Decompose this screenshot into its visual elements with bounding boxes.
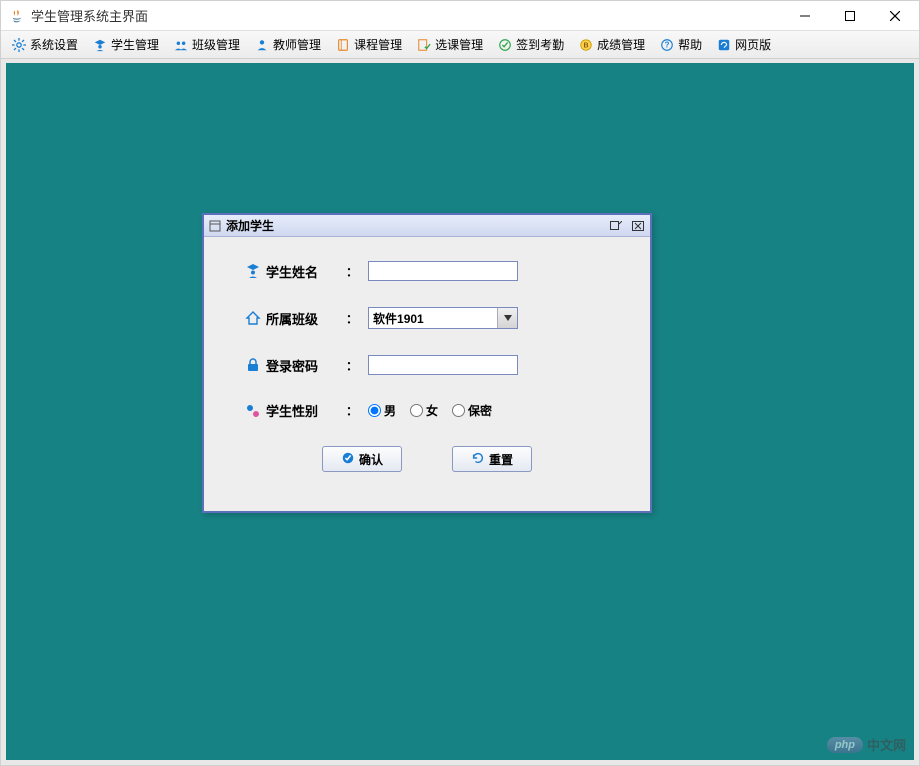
toolbar-label: 选课管理 (435, 36, 483, 53)
radio-female[interactable]: 女 (410, 402, 438, 419)
row-gender: 学生性别： 男 女 保密 (244, 401, 610, 420)
window-icon (208, 219, 222, 233)
badge-icon: B (578, 37, 594, 53)
toolbar-label: 成绩管理 (597, 36, 645, 53)
check-circle-icon (497, 37, 513, 53)
class-select-value: 软件1901 (369, 308, 497, 328)
reset-label: 重置 (489, 451, 513, 468)
checklist-icon (416, 37, 432, 53)
confirm-label: 确认 (359, 451, 383, 468)
chevron-down-icon (497, 308, 517, 328)
teacher-icon (254, 37, 270, 53)
titlebar: 学生管理系统主界面 (1, 1, 919, 31)
internal-frame-title: 添加学生 (226, 217, 608, 234)
toolbar-item-help[interactable]: ? 帮助 (653, 34, 708, 55)
row-class: 所属班级： 软件1901 (244, 307, 610, 329)
main-window: 学生管理系统主界面 系统设置 学生管理 班级管理 (0, 0, 920, 766)
window-title: 学生管理系统主界面 (31, 6, 782, 25)
close-button[interactable] (872, 1, 917, 31)
group-icon (173, 37, 189, 53)
toolbar-item-web[interactable]: 网页版 (710, 34, 777, 55)
php-badge: php (827, 737, 863, 753)
toolbar-item-teacher[interactable]: 教师管理 (248, 34, 327, 55)
book-icon (335, 37, 351, 53)
toolbar-label: 课程管理 (354, 36, 402, 53)
svg-text:?: ? (665, 40, 670, 49)
password-label: 登录密码 (266, 356, 346, 375)
class-label: 所属班级 (266, 309, 346, 328)
button-row: 确认 重置 (244, 446, 610, 472)
toolbar-label: 教师管理 (273, 36, 321, 53)
java-icon (9, 8, 25, 24)
gender-label: 学生性别 (266, 401, 346, 420)
internal-frame-titlebar[interactable]: 添加学生 (204, 215, 650, 237)
toolbar-label: 班级管理 (192, 36, 240, 53)
maximize-button[interactable] (827, 1, 872, 31)
refresh-icon (471, 451, 485, 468)
name-label: 学生姓名 (266, 262, 346, 281)
toolbar-item-student[interactable]: 学生管理 (86, 34, 165, 55)
form-body: 学生姓名： 所属班级： 软件1901 登录密码： (204, 237, 650, 482)
confirm-button[interactable]: 确认 (322, 446, 402, 472)
minimize-button[interactable] (782, 1, 827, 31)
student-icon (92, 37, 108, 53)
internal-maximize-button[interactable] (608, 219, 624, 233)
radio-secret[interactable]: 保密 (452, 402, 492, 419)
name-input[interactable] (368, 261, 518, 281)
toolbar-item-enroll[interactable]: 选课管理 (410, 34, 489, 55)
toolbar-label: 帮助 (678, 36, 702, 53)
row-password: 登录密码： (244, 355, 610, 375)
toolbar-item-grades[interactable]: B 成绩管理 (572, 34, 651, 55)
gender-icon (244, 402, 262, 420)
lock-icon (244, 356, 262, 374)
workspace: 添加学生 学生姓名： 所属班级： 软件1901 (1, 59, 919, 765)
add-student-frame: 添加学生 学生姓名： 所属班级： 软件1901 (202, 213, 652, 513)
svg-text:B: B (584, 42, 589, 49)
question-icon: ? (659, 37, 675, 53)
student-icon (244, 262, 262, 280)
password-input[interactable] (368, 355, 518, 375)
watermark-text: 中文网 (867, 735, 906, 754)
toolbar-label: 签到考勤 (516, 36, 564, 53)
home-icon (244, 309, 262, 327)
window-controls (782, 1, 917, 31)
gender-radio-group: 男 女 保密 (368, 402, 492, 419)
internal-close-button[interactable] (630, 219, 646, 233)
toolbar-label: 网页版 (735, 36, 771, 53)
toolbar-item-course[interactable]: 课程管理 (329, 34, 408, 55)
row-student-name: 学生姓名： (244, 261, 610, 281)
class-select[interactable]: 软件1901 (368, 307, 518, 329)
toolbar-label: 系统设置 (30, 36, 78, 53)
watermark: php 中文网 (827, 735, 906, 754)
toolbar-label: 学生管理 (111, 36, 159, 53)
toolbar-item-system-settings[interactable]: 系统设置 (5, 34, 84, 55)
radio-male[interactable]: 男 (368, 402, 396, 419)
gear-icon (11, 37, 27, 53)
check-icon (341, 451, 355, 468)
toolbar: 系统设置 学生管理 班级管理 教师管理 课程管理 选课管理 签到考勤 B 成绩管 (1, 31, 919, 59)
reset-button[interactable]: 重置 (452, 446, 532, 472)
toolbar-item-attendance[interactable]: 签到考勤 (491, 34, 570, 55)
globe-icon (716, 37, 732, 53)
toolbar-item-class[interactable]: 班级管理 (167, 34, 246, 55)
